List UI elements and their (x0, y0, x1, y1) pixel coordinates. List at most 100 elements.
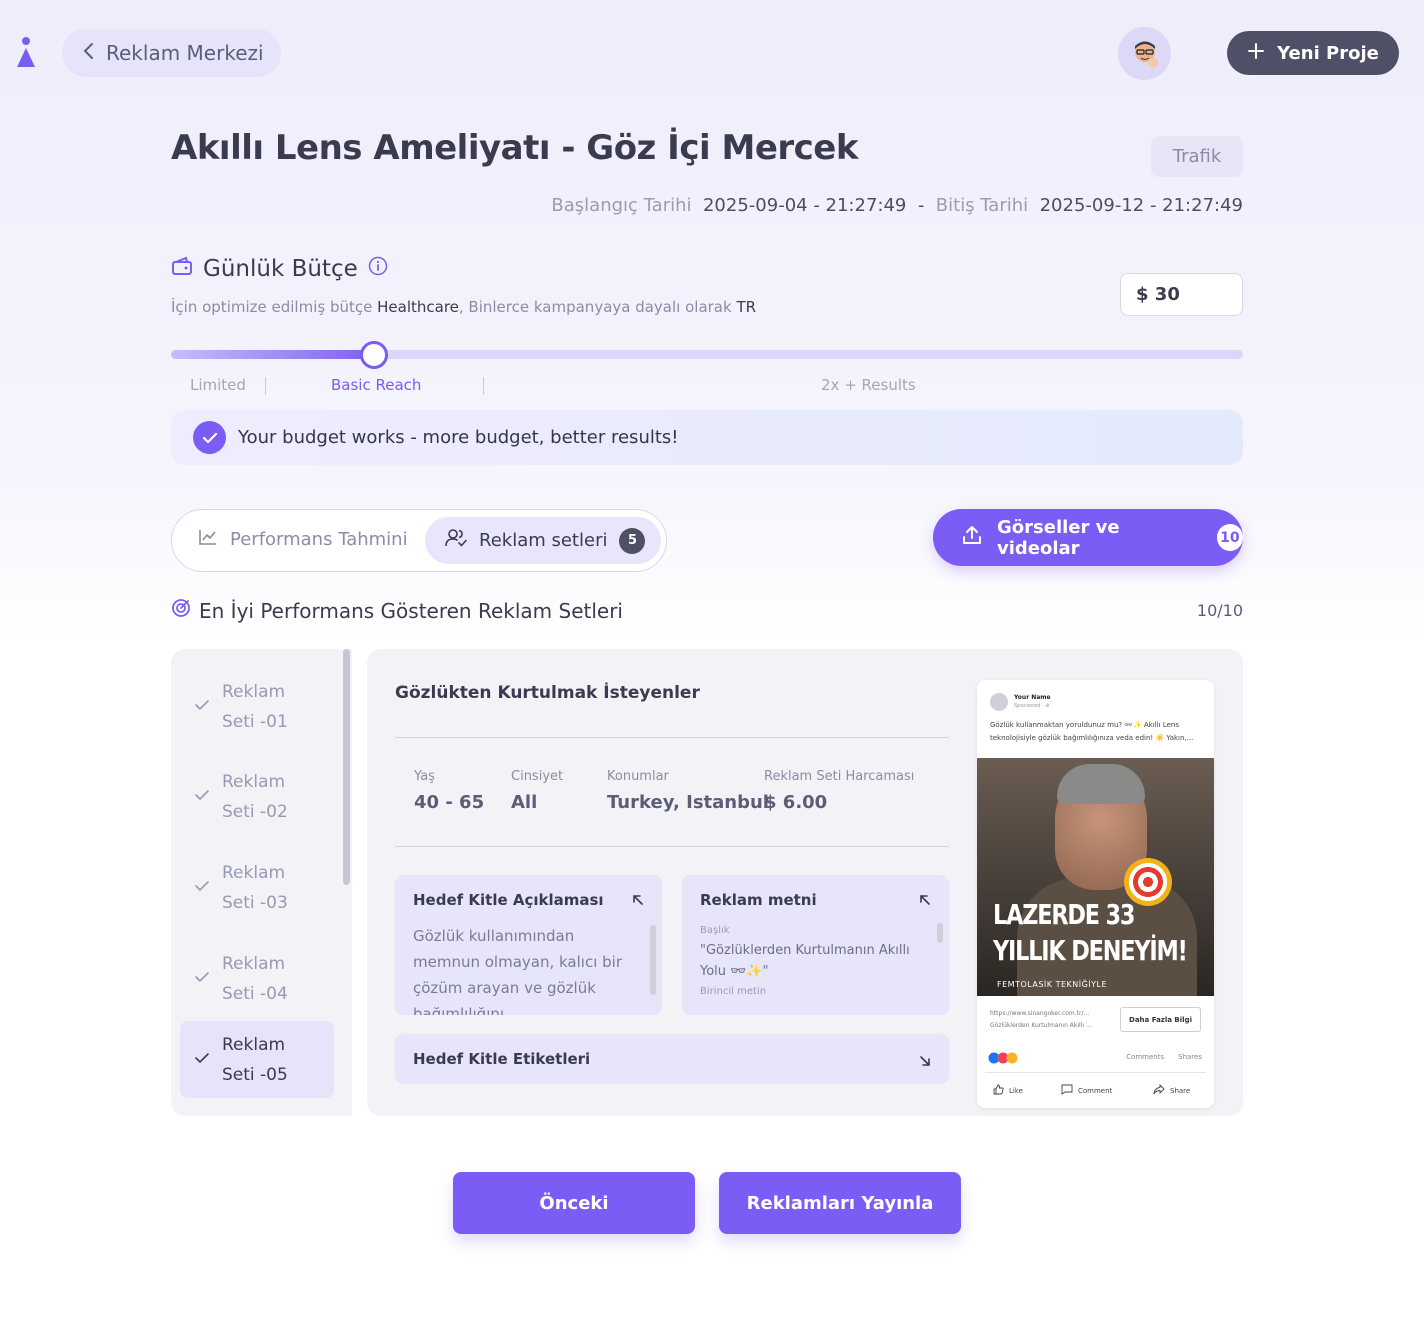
preview-like-label: Like (1009, 1086, 1023, 1095)
expand-arrow-icon[interactable] (919, 891, 931, 910)
check-icon (194, 878, 210, 897)
end-date-label: Bitiş Tarihi (935, 195, 1029, 216)
date-separator: - (917, 195, 925, 216)
preview-link-url: https://www.sinangoker.com.tr/... (990, 1010, 1090, 1017)
new-project-button[interactable]: Yeni Proje (1227, 31, 1399, 75)
preview-avatar (990, 693, 1008, 711)
daily-budget-title: Günlük Bütçe (203, 256, 358, 282)
campaign-dates: Başlangıç Tarihi 2025-09-04 - 21:27:49 -… (551, 195, 1243, 216)
ad-copy-title: Reklam metni (700, 891, 817, 909)
thumbs-up-icon (993, 1084, 1004, 1097)
upload-icon (961, 524, 983, 551)
check-icon (194, 697, 210, 716)
ad-set-list: Reklam Seti -01 Reklam Seti -02 Reklam Seti… (171, 649, 352, 1116)
campaign-title: Akıllı Lens Ameliyatı - Göz İçi Mercek (171, 128, 858, 168)
images-and-videos-button[interactable]: Görseller ve videolar 10 (933, 509, 1243, 566)
back-label: Reklam Merkezi (106, 41, 264, 65)
ad-set-label-line1: Reklam (222, 681, 286, 702)
app-logo[interactable] (14, 36, 38, 70)
budget-banner-text: Your budget works - more budget, better … (238, 427, 679, 448)
budget-subtitle: İçin optimize edilmiş bütçe Healthcare, … (171, 298, 756, 316)
tab-performance-forecast[interactable]: Performans Tahmini (198, 528, 408, 551)
audience-description-text: Gözlük kullanımından memnun olmayan, kal… (413, 927, 622, 1015)
gender-value: All (511, 792, 538, 813)
ad-sets-progress-count: 10/10 (1196, 601, 1243, 620)
slider-tick (265, 377, 266, 395)
budget-sub-industry: Healthcare (377, 298, 459, 316)
publish-ads-button[interactable]: Reklamları Yayınla (719, 1172, 961, 1234)
preview-page-name: Your Name (1014, 694, 1051, 701)
preview-shares: Shares (1178, 1053, 1202, 1061)
divider (985, 1072, 1206, 1073)
preview-comment: Comment (1061, 1084, 1112, 1097)
comment-icon (1061, 1084, 1073, 1097)
media-button-label: Görseller ve videolar (997, 516, 1120, 559)
end-date-value: 2025-09-12 - 21:27:49 (1039, 195, 1243, 216)
ad-set-label-line2: Seti -03 (222, 892, 288, 913)
ad-set-label-line1: Reklam (222, 1034, 286, 1055)
budget-slider-thumb[interactable] (360, 341, 388, 369)
back-to-ad-center-button[interactable]: Reklam Merkezi (62, 29, 281, 77)
ad-set-label-line2: Seti -04 (222, 983, 288, 1004)
ad-set-label-line1: Reklam (222, 771, 286, 792)
plus-icon (1247, 42, 1265, 65)
share-icon (1153, 1083, 1165, 1097)
tab-ad-sets[interactable]: Reklam setleri 5 (425, 517, 661, 564)
budget-sub-prefix: İçin optimize edilmiş bütçe (171, 298, 378, 316)
user-avatar[interactable] (1118, 27, 1171, 80)
check-icon (194, 1050, 210, 1069)
spend-value: $ 6.00 (764, 792, 828, 813)
objective-badge: Trafik (1151, 136, 1243, 177)
previous-button[interactable]: Önceki (453, 1172, 695, 1234)
expand-arrow-icon[interactable] (632, 891, 644, 910)
card-scrollbar[interactable] (650, 925, 656, 995)
locations-value: Turkey, Istanbul (607, 792, 769, 813)
media-count-badge: 10 (1216, 524, 1243, 551)
audience-description-title: Hedef Kitle Açıklaması (413, 891, 604, 909)
budget-sub-middle: , Binlerce kampanyaya dayalı olarak (458, 298, 737, 316)
users-check-icon (445, 528, 467, 553)
ad-set-label-line1: Reklam (222, 953, 286, 974)
daily-budget-input[interactable]: $ 30 (1120, 273, 1243, 316)
top-ad-sets-title: En İyi Performans Gösteren Reklam Setler… (199, 598, 623, 623)
chevron-left-icon (82, 41, 96, 65)
info-icon[interactable] (368, 256, 388, 282)
headline-label: Başlık (700, 925, 730, 936)
new-project-label: Yeni Proje (1277, 42, 1379, 64)
arrow-down-right-icon (919, 1052, 931, 1071)
ad-set-label-line1: Reklam (222, 862, 286, 883)
preview-stats: Comments Shares (1126, 1053, 1202, 1061)
ad-set-name: Gözlükten Kurtulmak İsteyenler (395, 683, 700, 703)
check-icon (194, 787, 210, 806)
audience-tags-accordion[interactable]: Hedef Kitle Etiketleri (395, 1034, 949, 1084)
card-scrollbar[interactable] (937, 923, 943, 943)
target-icon (171, 598, 191, 623)
ad-set-label-line2: Seti -02 (222, 801, 288, 822)
slider-tick (483, 377, 484, 395)
audience-tags-title: Hedef Kitle Etiketleri (413, 1050, 591, 1068)
creative-headline-2: YILLIK DENEYİM! (993, 934, 1188, 967)
creative-headline-1: LAZERDE 33 (993, 898, 1135, 931)
ad-set-item-03[interactable]: Reklam Seti -03 (180, 849, 334, 926)
preview-primary-text: Gözlük kullanmaktan yoruldunuz mu? 👓✨ Ak… (990, 721, 1194, 742)
primary-text-label: Birincil metin (700, 986, 767, 997)
budget-slider-fill (171, 350, 374, 359)
ad-set-list-scroll-thumb[interactable] (343, 649, 350, 885)
age-label: Yaş (414, 769, 435, 784)
spend-label: Reklam Seti Harcaması (764, 769, 915, 784)
ad-set-item-02[interactable]: Reklam Seti -02 (180, 758, 334, 835)
slider-label-limited: Limited (190, 376, 246, 394)
age-value: 40 - 65 (414, 792, 485, 813)
ad-set-item-01[interactable]: Reklam Seti -01 (180, 668, 334, 745)
slider-label-basic-reach: Basic Reach (331, 376, 422, 394)
ad-set-item-05[interactable]: Reklam Seti -05 (180, 1021, 334, 1098)
preview-comment-label: Comment (1078, 1086, 1113, 1095)
preview-share: Share (1153, 1083, 1190, 1097)
ad-copy-card: Reklam metni Başlık "Gözlüklerden Kurtul… (682, 875, 949, 1015)
divider (395, 737, 949, 738)
preview-sponsored: Sponsored · ⊕ (1014, 703, 1050, 709)
preview-link-title: Gözlüklerden Kurtulmanın Akıllı ... (990, 1022, 1092, 1029)
preview-like: Like (993, 1084, 1023, 1097)
ad-set-item-04[interactable]: Reklam Seti -04 (180, 940, 334, 1017)
tab-performance-label: Performans Tahmini (230, 529, 408, 550)
